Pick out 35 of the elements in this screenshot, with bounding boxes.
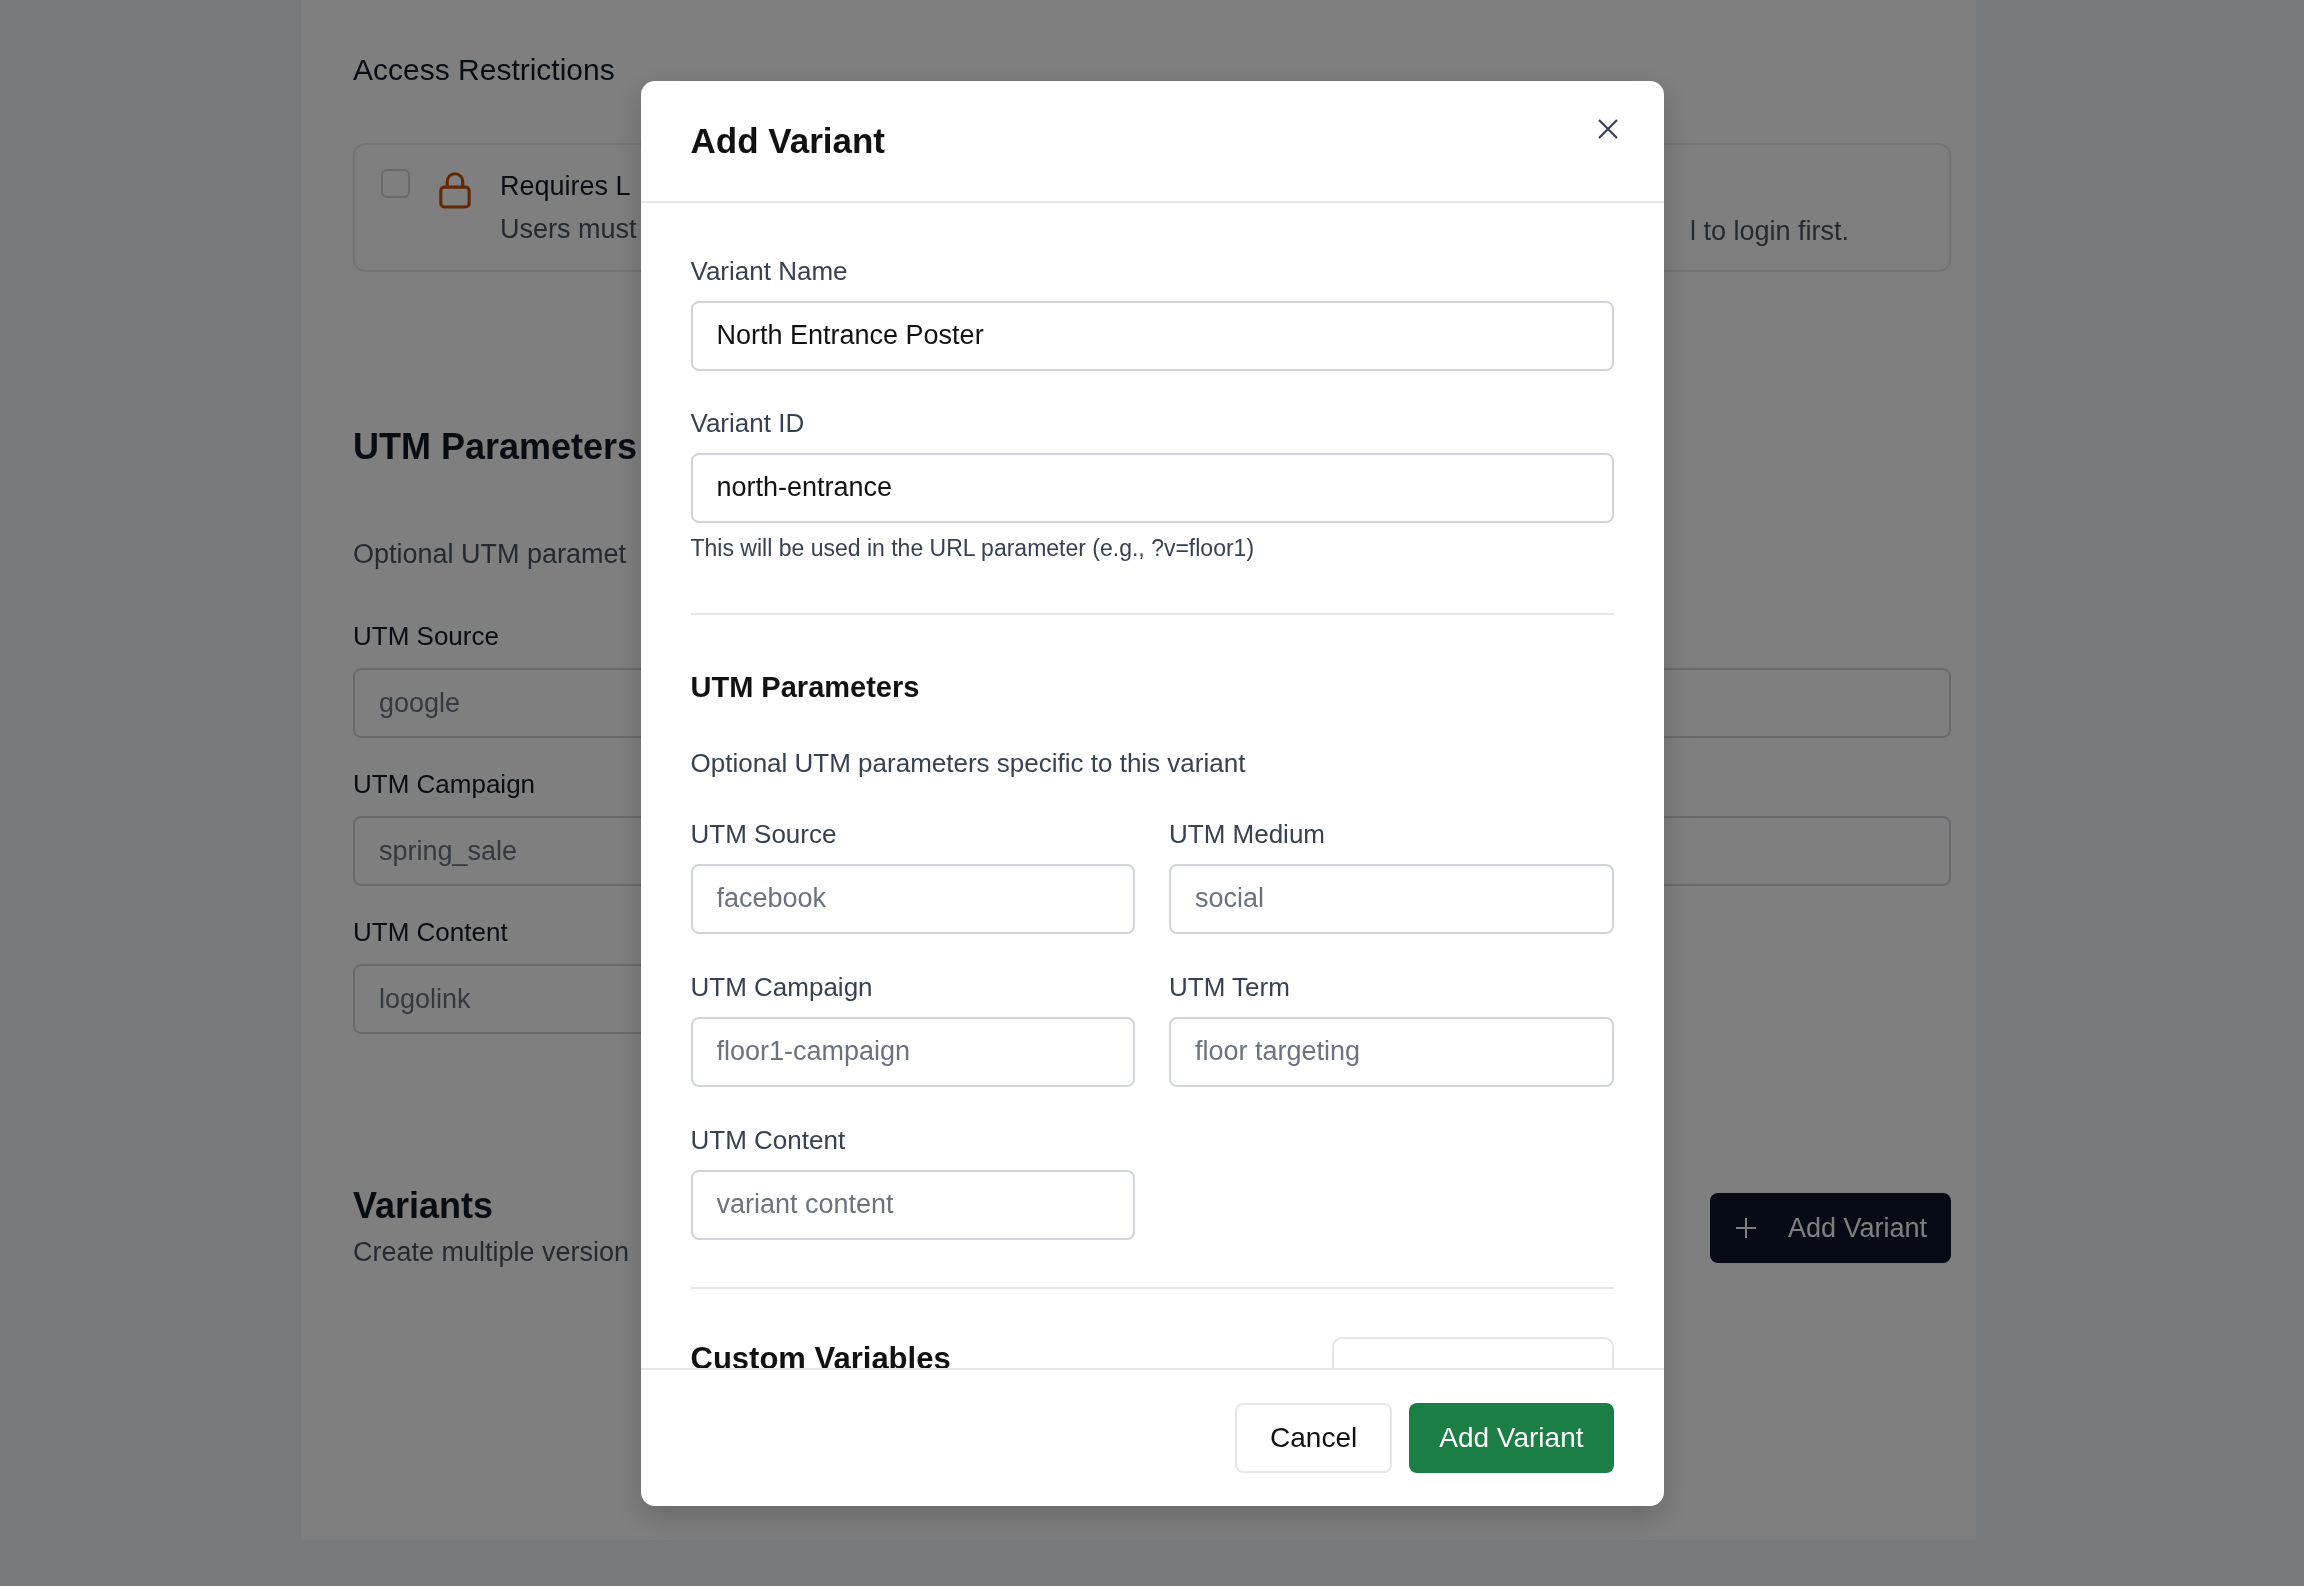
option-description: l to login first. <box>1689 215 1849 248</box>
add-variant-button[interactable]: Add Variant <box>1709 1193 1951 1263</box>
field-label: UTM Campaign <box>690 971 874 1002</box>
input-field[interactable]: north-entrance <box>690 452 1614 523</box>
input-field[interactable]: floor1-campaign <box>690 1016 1135 1087</box>
field-label: UTM Campaign <box>353 768 537 800</box>
input-field[interactable]: floor targeting <box>1169 1016 1614 1087</box>
input-field[interactable]: variant content <box>690 1169 1135 1240</box>
section-title: Variants <box>353 1186 494 1226</box>
cancel-button[interactable]: Cancel <box>1235 1402 1393 1473</box>
input-field[interactable]: facebook <box>690 863 1135 934</box>
field-label: Variant Name <box>690 255 849 286</box>
help-text: This will be used in the URL parameter (e.g., ?v=floor1) <box>690 533 1256 563</box>
section-description: Optional UTM parameters specific to this variant <box>690 747 1247 778</box>
field-label: UTM Term <box>1169 971 1291 1002</box>
field-label: UTM Content <box>353 916 509 948</box>
section-title: UTM Parameters <box>690 669 921 705</box>
dialog-title: Add Variant <box>690 120 885 161</box>
section-description: Optional UTM paramet <box>353 539 627 569</box>
plus-icon <box>1733 1216 1758 1240</box>
section-title: UTM Parameters <box>353 427 638 467</box>
field-label: UTM Medium <box>1169 818 1326 849</box>
input-field[interactable]: social <box>1169 863 1614 934</box>
section-description: Create multiple version <box>353 1236 630 1269</box>
section-title: Access Restrictions <box>353 52 615 88</box>
add-variant-button[interactable]: Add Variant <box>1409 1402 1614 1473</box>
field-label: UTM Source <box>690 818 838 849</box>
option-description: Users must <box>500 213 637 246</box>
lock-icon <box>438 170 472 210</box>
option-title: Requires L <box>500 170 632 203</box>
field-label: UTM Source <box>353 620 500 652</box>
close-icon <box>1596 117 1619 140</box>
field-label: UTM Content <box>690 1124 847 1155</box>
field-label: Variant ID <box>690 407 806 438</box>
input-field[interactable]: North Entrance Poster <box>690 300 1614 371</box>
